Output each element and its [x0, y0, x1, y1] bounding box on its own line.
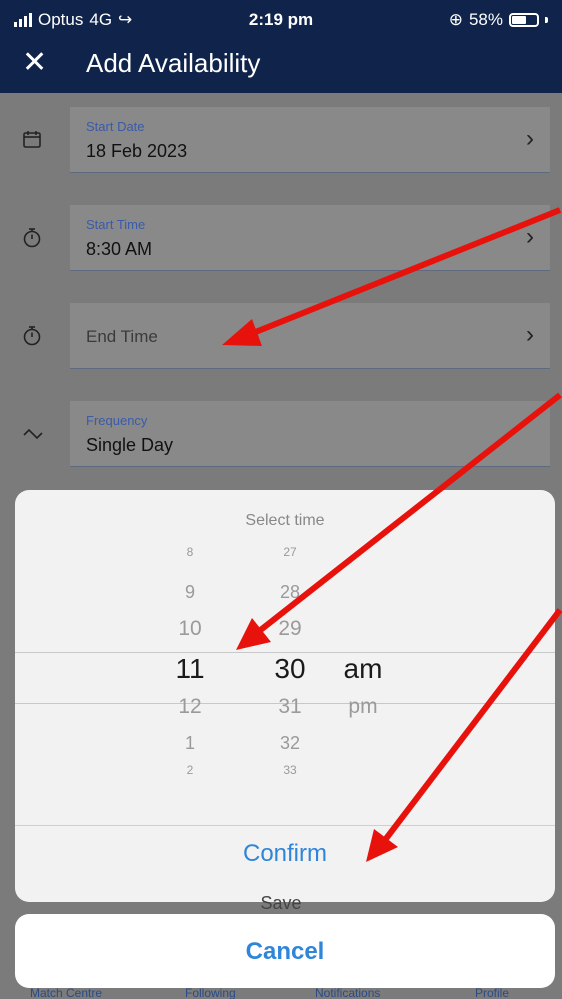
- app-header: ✕ Add Availability: [0, 44, 562, 84]
- sheet-divider: [15, 825, 555, 826]
- start-time-value: 8:30 AM: [86, 239, 153, 259]
- minute-option[interactable]: 31: [260, 695, 320, 719]
- status-bar: Optus 4G ↪ 2:19 pm ⊕ 58%: [14, 10, 548, 34]
- stopwatch-icon: [22, 227, 44, 249]
- cancel-button[interactable]: Cancel: [15, 938, 555, 966]
- stopwatch-icon: [22, 325, 44, 347]
- frequency-field[interactable]: Frequency Single Day: [70, 401, 550, 467]
- minute-option[interactable]: 29: [260, 617, 320, 641]
- confirm-button[interactable]: Confirm: [15, 840, 555, 868]
- hour-option[interactable]: 10: [160, 617, 220, 641]
- hour-option[interactable]: 1: [160, 733, 220, 754]
- start-date-value: 18 Feb 2023: [86, 141, 188, 161]
- time-wheel[interactable]: 8 9 10 11 12 1 2 27 28 29 30 31 32 33 am pm: [15, 545, 555, 825]
- chevron-right-icon: ›: [526, 321, 534, 348]
- minute-option[interactable]: 32: [260, 733, 320, 754]
- hour-option[interactable]: 8: [160, 545, 220, 559]
- battery-tip: [545, 17, 548, 23]
- orientation-lock-icon: ⊕: [448, 10, 463, 29]
- chevron-right-icon: ›: [526, 223, 534, 250]
- end-time-row[interactable]: End Time ›: [0, 303, 562, 369]
- start-time-field[interactable]: Start Time 8:30 AM ›: [70, 205, 550, 271]
- end-time-placeholder: End Time: [86, 327, 158, 346]
- picker-title: Select time: [245, 512, 325, 529]
- battery-icon: [509, 13, 539, 27]
- frequency-row[interactable]: Frequency Single Day: [0, 401, 562, 467]
- battery-percent: 58%: [468, 10, 503, 29]
- start-time-row[interactable]: Start Time 8:30 AM ›: [0, 205, 562, 271]
- minute-option[interactable]: 33: [260, 763, 320, 777]
- hour-option[interactable]: 2: [160, 763, 220, 777]
- period-option[interactable]: pm: [333, 695, 393, 719]
- top-bar: Optus 4G ↪ 2:19 pm ⊕ 58% ✕ Add Availabil…: [0, 0, 562, 93]
- close-icon[interactable]: ✕: [22, 46, 47, 80]
- save-button[interactable]: Save: [0, 893, 562, 914]
- frequency-value: Single Day: [86, 435, 174, 455]
- status-right: ⊕ 58%: [449, 10, 548, 30]
- start-date-label: Start Date: [86, 119, 145, 134]
- start-date-row[interactable]: Start Date 18 Feb 2023 ›: [0, 107, 562, 173]
- cancel-card[interactable]: Cancel: [15, 914, 555, 988]
- minute-option[interactable]: 30: [260, 653, 320, 685]
- calendar-icon: [22, 129, 44, 151]
- hour-option[interactable]: 9: [160, 582, 220, 603]
- tab-match-centre[interactable]: Match Centre: [30, 986, 102, 999]
- frequency-label: Frequency: [86, 413, 148, 428]
- wave-icon: [22, 423, 44, 445]
- chevron-right-icon: ›: [526, 125, 534, 152]
- hour-option[interactable]: 11: [160, 653, 220, 685]
- tab-bar: Match Centre Following Notifications Pro…: [0, 986, 562, 999]
- time-picker-sheet: Select time 8 9 10 11 12 1 2 27 28 29 30 31 32 33 am…: [15, 490, 555, 902]
- end-time-field[interactable]: End Time ›: [70, 303, 550, 369]
- minute-option[interactable]: 28: [260, 582, 320, 603]
- minute-option[interactable]: 27: [260, 545, 320, 559]
- tab-profile[interactable]: Profile: [475, 986, 509, 999]
- tab-notifications[interactable]: Notifications: [315, 986, 380, 999]
- tab-following[interactable]: Following: [185, 986, 236, 999]
- hour-option[interactable]: 12: [160, 695, 220, 719]
- period-option[interactable]: am: [333, 653, 393, 685]
- start-time-label: Start Time: [86, 217, 146, 232]
- page-title: Add Availability: [86, 48, 261, 78]
- start-date-field[interactable]: Start Date 18 Feb 2023 ›: [70, 107, 550, 173]
